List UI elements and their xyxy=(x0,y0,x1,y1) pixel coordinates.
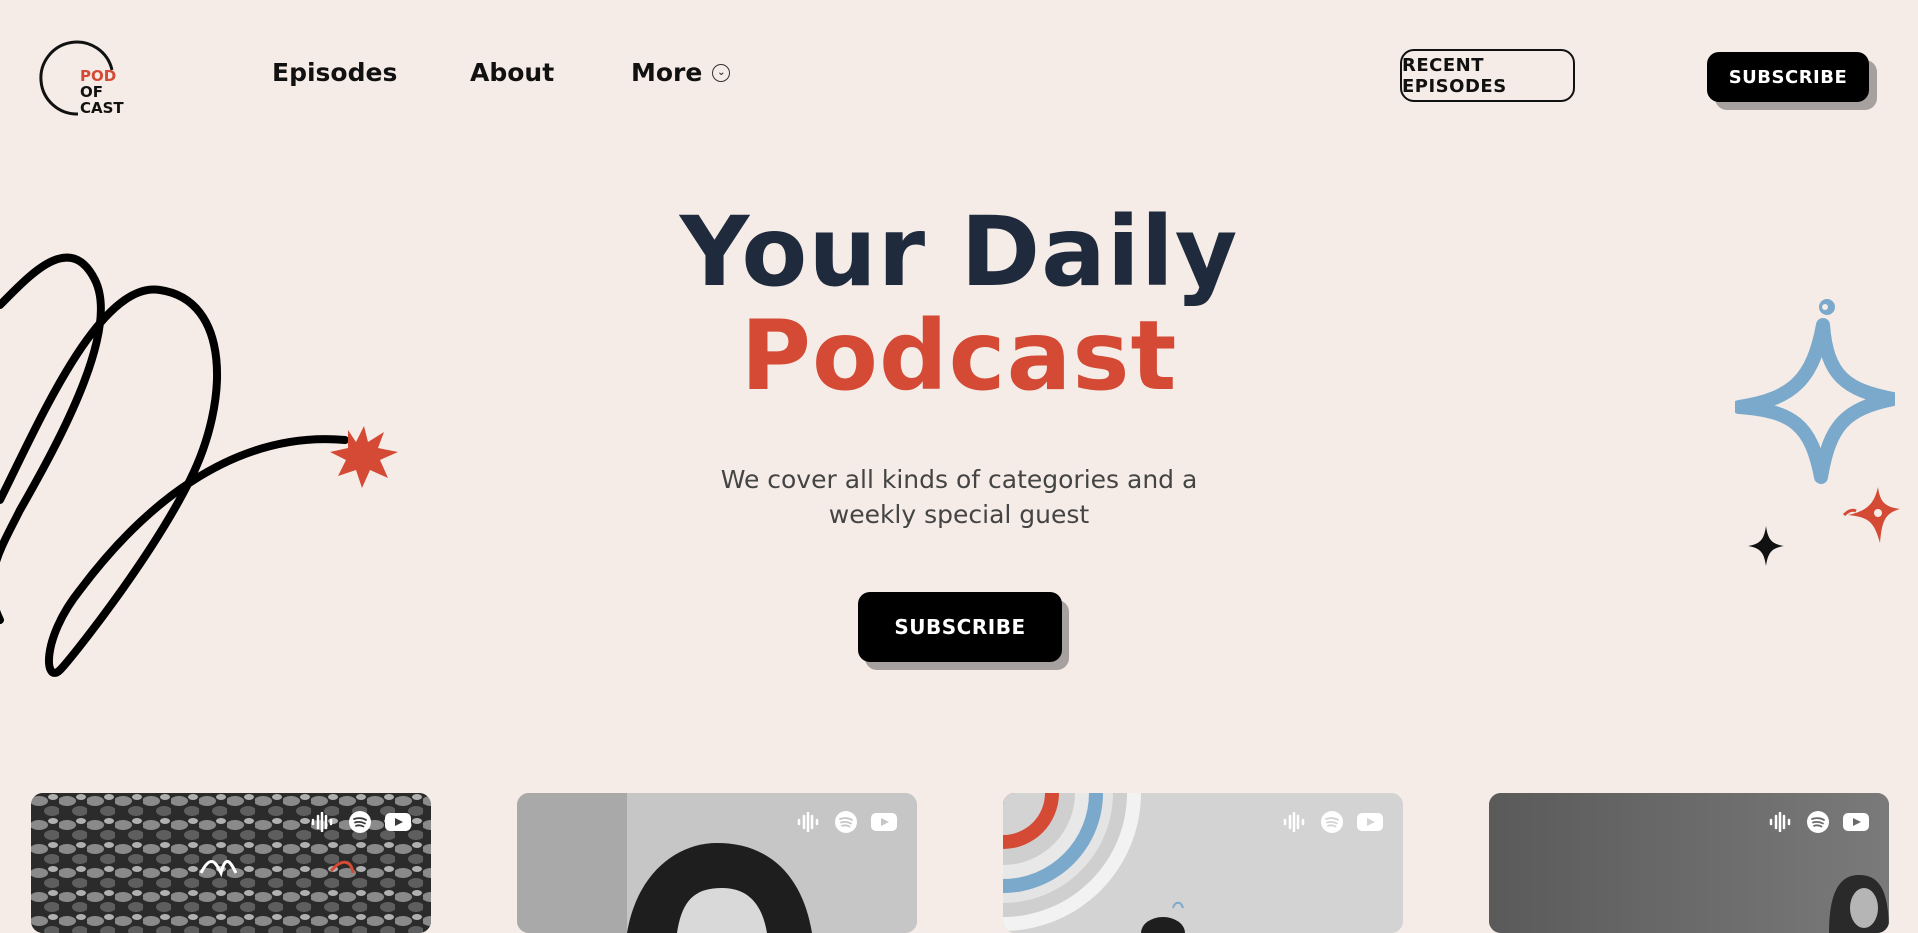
nav-about-link[interactable]: About xyxy=(470,58,554,87)
hero-subtitle-line1: We cover all kinds of categories and a xyxy=(720,465,1198,494)
podcast-icon[interactable] xyxy=(1281,811,1307,833)
youtube-icon[interactable] xyxy=(1843,811,1869,833)
nav-more-dropdown[interactable]: More ⌄ xyxy=(631,58,731,87)
logo-text-of: OF xyxy=(80,83,103,101)
episode-card-1[interactable] xyxy=(31,793,431,933)
youtube-icon[interactable] xyxy=(385,811,411,833)
logo[interactable]: POD OF CAST xyxy=(38,38,128,118)
hero-subtitle: We cover all kinds of categories and a w… xyxy=(659,462,1259,532)
nav-episodes-link[interactable]: Episodes xyxy=(272,58,397,87)
episode-card-2[interactable] xyxy=(517,793,917,933)
recent-episodes-button[interactable]: RECENT EPISODES xyxy=(1400,49,1575,102)
card-platform-icons xyxy=(1281,811,1383,833)
card-platform-icons xyxy=(795,811,897,833)
blue-sparkle-icon xyxy=(1735,299,1895,484)
card-platform-icons xyxy=(309,811,411,833)
spotify-icon[interactable] xyxy=(347,811,373,833)
youtube-icon[interactable] xyxy=(1357,811,1383,833)
hero-subscribe-button[interactable]: SUBSCRIBE xyxy=(858,592,1062,662)
spotify-icon[interactable] xyxy=(833,811,859,833)
youtube-icon[interactable] xyxy=(871,811,897,833)
chevron-down-icon: ⌄ xyxy=(712,63,731,82)
red-sparkle-icon xyxy=(1842,487,1900,543)
podcast-icon[interactable] xyxy=(1767,811,1793,833)
podcast-icon[interactable] xyxy=(309,811,335,833)
black-sparkle-icon xyxy=(1748,526,1784,566)
card-platform-icons xyxy=(1767,811,1869,833)
episode-card-3[interactable] xyxy=(1003,793,1403,933)
spotify-icon[interactable] xyxy=(1319,811,1345,833)
logo-text-cast: CAST xyxy=(80,99,124,117)
podcast-icon[interactable] xyxy=(795,811,821,833)
red-splat-icon xyxy=(330,426,398,488)
nav-more-label: More xyxy=(631,58,703,87)
header-subscribe-button[interactable]: SUBSCRIBE xyxy=(1707,52,1869,102)
logo-text-pod: POD xyxy=(80,67,117,85)
spotify-icon[interactable] xyxy=(1805,811,1831,833)
hero-subtitle-line2: weekly special guest xyxy=(828,500,1090,529)
episode-card-4[interactable] xyxy=(1489,793,1889,933)
